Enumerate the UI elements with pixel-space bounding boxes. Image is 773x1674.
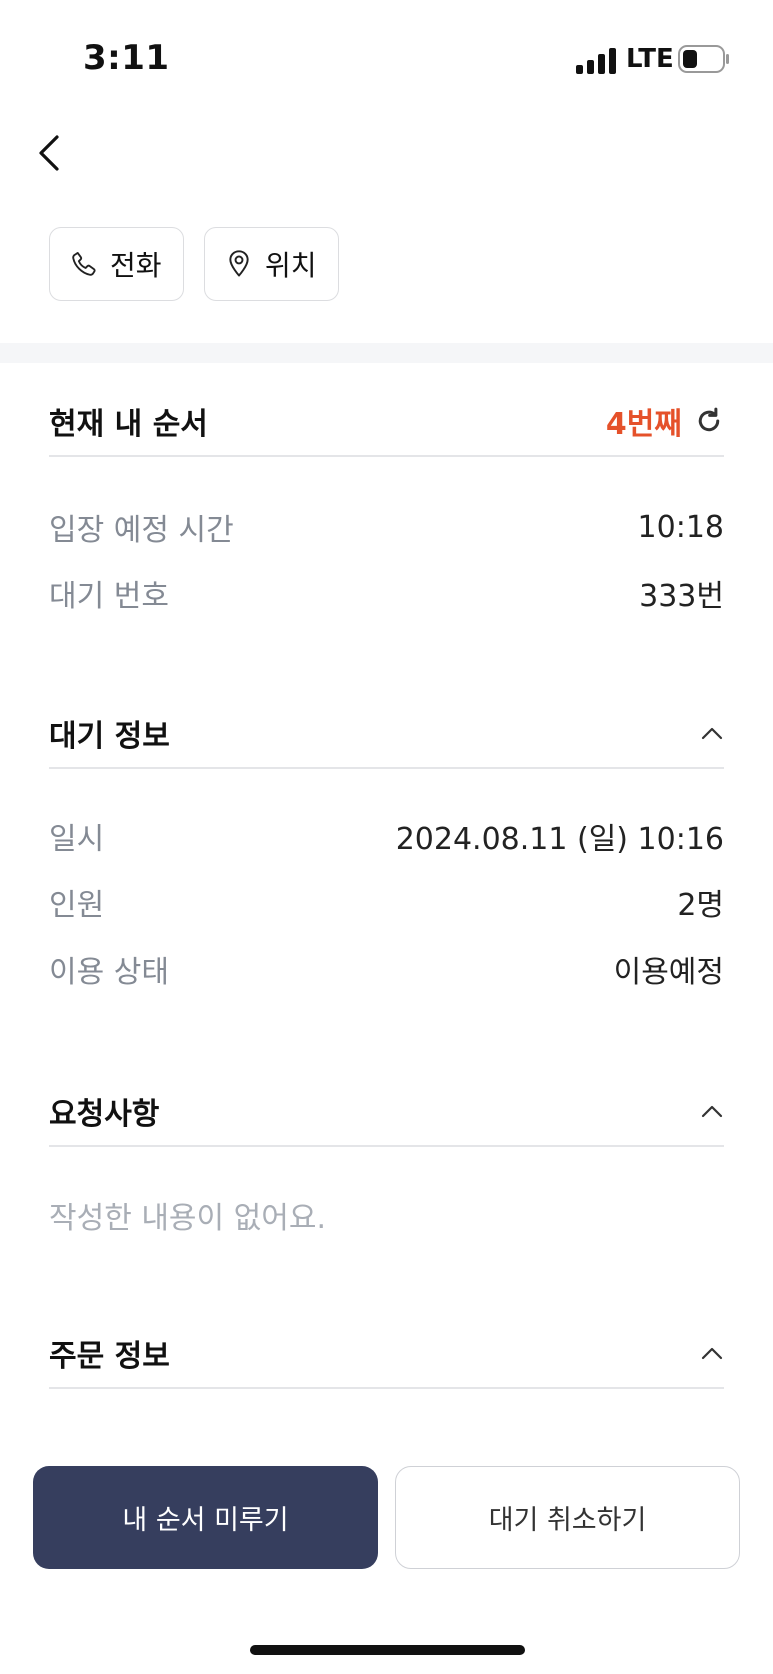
party-size-label: 인원 (49, 888, 105, 923)
refresh-icon[interactable] (694, 406, 724, 436)
call-label: 전화 (110, 249, 162, 282)
status-label: 이용 상태 (49, 955, 169, 990)
call-button[interactable]: 전화 (49, 227, 184, 301)
status-row: 이용 상태 이용예정 (49, 944, 724, 994)
chevron-left-icon (39, 135, 59, 171)
chevron-up-icon[interactable] (700, 1103, 724, 1119)
entry-time-value: 10:18 (637, 509, 724, 545)
party-size-row: 인원 2명 (49, 877, 724, 927)
phone-icon (72, 251, 96, 276)
status-time: 3:11 (83, 38, 170, 78)
chevron-up-icon[interactable] (700, 725, 724, 741)
map-pin-icon (229, 250, 249, 277)
waiting-number-label: 대기 번호 (49, 579, 169, 614)
chevron-up-icon[interactable] (700, 1345, 724, 1361)
network-type: LTE (626, 44, 674, 74)
waiting-number-row: 대기 번호 333번 (49, 568, 724, 618)
section-divider (0, 343, 773, 363)
cancel-waiting-button[interactable]: 대기 취소하기 (395, 1466, 740, 1569)
requests-header[interactable]: 요청사항 (49, 1077, 724, 1147)
entry-time-label: 입장 예정 시간 (49, 513, 234, 548)
battery-icon (678, 45, 729, 73)
datetime-row: 일시 2024.08.11 (일) 10:16 (49, 811, 724, 861)
back-button[interactable] (28, 128, 68, 178)
queue-position: 4번째 (606, 399, 724, 443)
status-bar: 3:11 LTE (0, 0, 773, 120)
location-label: 위치 (265, 249, 317, 282)
requests-title: 요청사항 (49, 1097, 160, 1132)
signal-strength-icon (576, 48, 616, 74)
datetime-value: 2024.08.11 (일) 10:16 (395, 822, 724, 857)
entry-time-row: 입장 예정 시간 10:18 (49, 502, 724, 552)
location-button[interactable]: 위치 (204, 227, 339, 301)
home-indicator (250, 1645, 525, 1655)
datetime-label: 일시 (49, 822, 105, 857)
queue-position-value: 4번째 (605, 407, 682, 442)
status-value: 이용예정 (613, 955, 724, 990)
order-info-header[interactable]: 주문 정보 (49, 1319, 724, 1389)
waiting-number-value: 333번 (639, 579, 724, 614)
requests-empty-text: 작성한 내용이 없어요. (49, 1201, 327, 1236)
queue-title: 현재 내 순서 (49, 407, 208, 442)
waiting-info-title: 대기 정보 (49, 719, 170, 754)
order-info-title: 주문 정보 (49, 1339, 170, 1374)
party-size-value: 2명 (677, 888, 724, 923)
queue-header: 현재 내 순서 4번째 (49, 387, 724, 457)
waiting-info-header[interactable]: 대기 정보 (49, 699, 724, 769)
postpone-turn-button[interactable]: 내 순서 미루기 (33, 1466, 378, 1569)
